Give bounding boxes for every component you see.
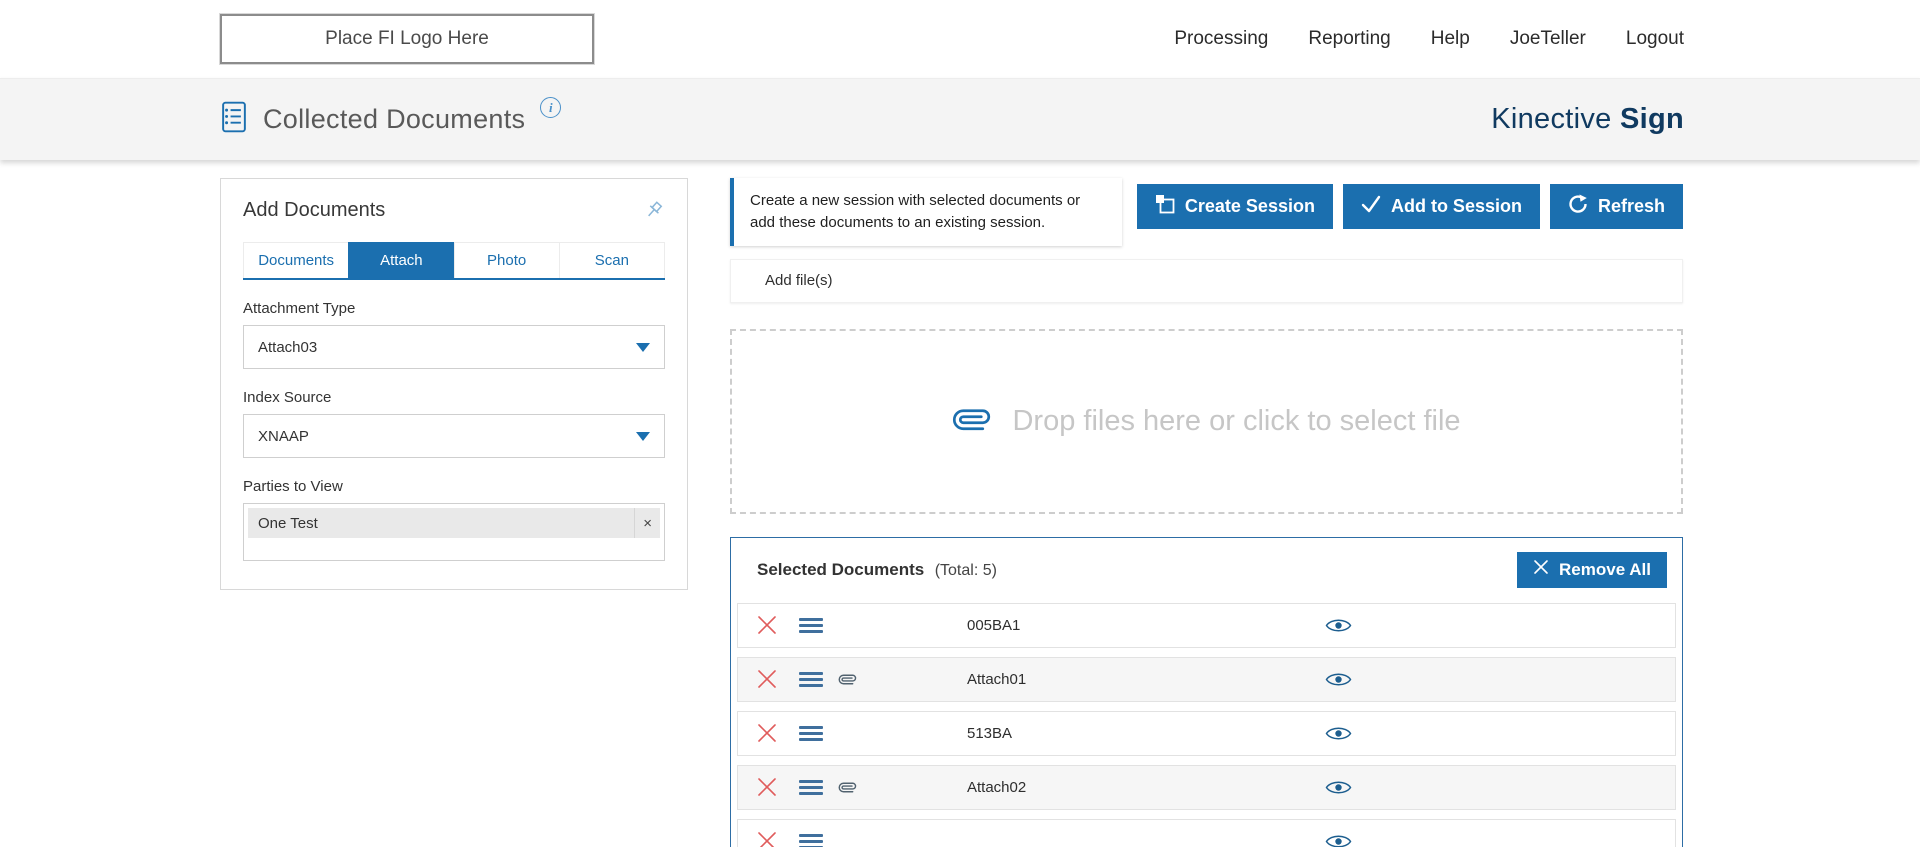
document-name: 005BA1 <box>967 617 1020 634</box>
document-row: 513BA <box>737 711 1676 756</box>
page-title: Collected Documents <box>263 104 525 135</box>
brand-bold: Sign <box>1620 103 1684 135</box>
preview-eye-icon[interactable] <box>1325 779 1352 796</box>
remove-document-icon[interactable] <box>757 670 777 688</box>
index-source-label: Index Source <box>243 389 665 406</box>
attachment-paperclip-icon <box>839 779 857 796</box>
tab-photo[interactable]: Photo <box>454 242 559 278</box>
add-documents-tabs: Documents Attach Photo Scan <box>243 242 665 280</box>
tab-documents[interactable]: Documents <box>243 242 348 278</box>
document-row <box>737 819 1676 847</box>
party-name: One Test <box>258 515 318 532</box>
main-content: Add Documents Documents Attach Photo Sca… <box>220 178 1684 847</box>
info-icon[interactable]: i <box>540 97 561 118</box>
create-session-button[interactable]: Create Session <box>1137 184 1333 229</box>
refresh-button[interactable]: Refresh <box>1550 184 1683 229</box>
selected-documents-total: (Total: 5) <box>935 562 997 579</box>
paperclip-icon <box>943 394 997 448</box>
session-info-text: Create a new session with selected docum… <box>750 192 1080 231</box>
logo-text: Place FI Logo Here <box>325 28 489 50</box>
add-documents-panel: Add Documents Documents Attach Photo Sca… <box>220 178 688 590</box>
collected-documents-icon <box>220 101 248 138</box>
selected-documents-panel: Selected Documents (Total: 5) Remove All <box>730 537 1683 847</box>
file-dropzone[interactable]: Drop files here or click to select file <box>730 329 1683 514</box>
preview-eye-icon[interactable] <box>1325 833 1352 847</box>
drag-handle-icon[interactable] <box>799 834 823 847</box>
refresh-icon <box>1568 194 1588 219</box>
session-column: Create a new session with selected docum… <box>730 178 1683 847</box>
check-icon <box>1361 195 1381 218</box>
top-navigation: Processing Reporting Help JoeTeller Logo… <box>1174 28 1684 50</box>
create-session-icon <box>1155 194 1175 219</box>
add-files-bar[interactable]: Add file(s) <box>730 259 1683 303</box>
tab-scan[interactable]: Scan <box>559 242 665 278</box>
parties-to-view-label: Parties to View <box>243 478 665 495</box>
chevron-down-icon <box>636 432 650 441</box>
attachment-type-select[interactable]: Attach03 <box>243 325 665 369</box>
remove-document-icon[interactable] <box>757 616 777 634</box>
fi-logo-placeholder: Place FI Logo Here <box>220 14 594 64</box>
nav-reporting[interactable]: Reporting <box>1308 28 1390 50</box>
brand-regular: Kinective <box>1491 103 1611 135</box>
attachment-paperclip-icon <box>839 671 857 688</box>
attachment-type-label: Attachment Type <box>243 300 665 317</box>
preview-eye-icon[interactable] <box>1325 671 1352 688</box>
page-header-bar: Collected Documents i Kinective Sign <box>0 78 1920 160</box>
nav-processing[interactable]: Processing <box>1174 28 1268 50</box>
drag-handle-icon[interactable] <box>799 726 823 741</box>
remove-party-icon[interactable]: × <box>634 508 660 538</box>
remove-document-icon[interactable] <box>757 778 777 796</box>
remove-all-x-icon <box>1533 559 1549 580</box>
document-row: Attach01 <box>737 657 1676 702</box>
remove-document-icon[interactable] <box>757 832 777 847</box>
drag-handle-icon[interactable] <box>799 618 823 633</box>
attachment-type-value: Attach03 <box>258 339 317 356</box>
session-action-buttons: Create Session Add to Session <box>1137 184 1683 229</box>
document-name: Attach02 <box>967 779 1026 796</box>
nav-user-joeteller[interactable]: JoeTeller <box>1510 28 1586 50</box>
add-documents-title: Add Documents <box>243 199 385 222</box>
nav-help[interactable]: Help <box>1431 28 1470 50</box>
top-bar: Place FI Logo Here Processing Reporting … <box>0 0 1920 78</box>
drag-handle-icon[interactable] <box>799 780 823 795</box>
tab-attach[interactable]: Attach <box>348 242 453 278</box>
document-name: Attach01 <box>967 671 1026 688</box>
party-item: One Test × <box>248 508 660 538</box>
add-files-label: Add file(s) <box>765 272 833 289</box>
index-source-value: XNAAP <box>258 428 309 445</box>
nav-logout[interactable]: Logout <box>1626 28 1684 50</box>
add-to-session-button[interactable]: Add to Session <box>1343 184 1540 229</box>
dropzone-text: Drop files here or click to select file <box>1012 405 1460 438</box>
brand-logo: Kinective Sign <box>1491 103 1684 136</box>
document-rows: 005BA1 Attach01 <box>737 603 1676 847</box>
preview-eye-icon[interactable] <box>1325 725 1352 742</box>
index-source-select[interactable]: XNAAP <box>243 414 665 458</box>
parties-to-view-list: One Test × <box>243 503 665 561</box>
preview-eye-icon[interactable] <box>1325 617 1352 634</box>
document-row: Attach02 <box>737 765 1676 810</box>
drag-handle-icon[interactable] <box>799 672 823 687</box>
document-name: 513BA <box>967 725 1012 742</box>
remove-document-icon[interactable] <box>757 724 777 742</box>
session-info-message: Create a new session with selected docum… <box>730 178 1122 246</box>
chevron-down-icon <box>636 343 650 352</box>
document-row: 005BA1 <box>737 603 1676 648</box>
pin-icon[interactable] <box>641 199 665 228</box>
remove-all-button[interactable]: Remove All <box>1517 552 1667 588</box>
selected-documents-title: Selected Documents (Total: 5) <box>757 560 997 580</box>
